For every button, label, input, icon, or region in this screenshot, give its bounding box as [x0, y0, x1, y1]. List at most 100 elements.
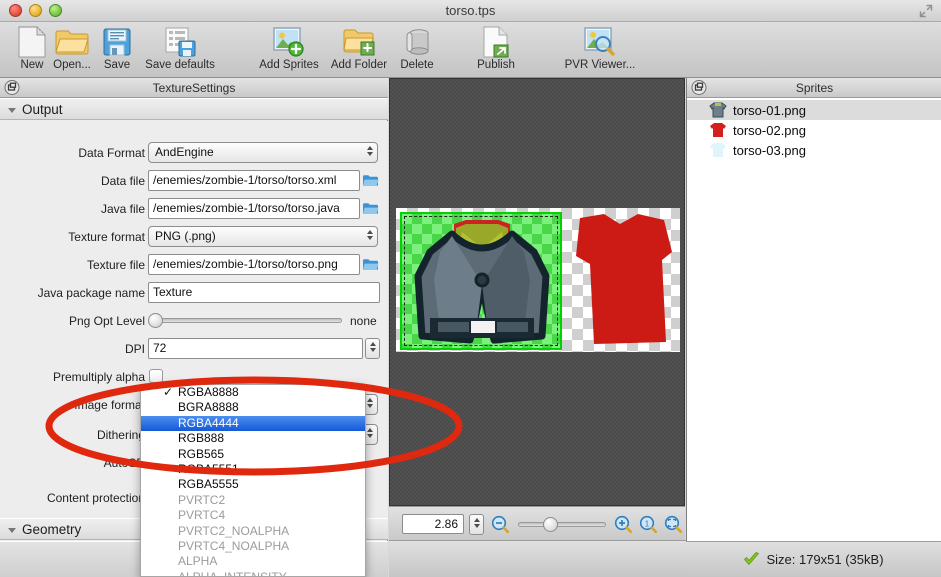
zoom-stepper[interactable]	[469, 514, 484, 535]
menu-item-alpha: ALPHA	[141, 554, 365, 569]
menu-item-label: RGBA8888	[178, 385, 239, 399]
menu-item-label: RGBA4444	[178, 416, 239, 430]
row-data-file: Data file /enemies/zombie-1/torso/torso.…	[0, 170, 388, 192]
texture-file-input[interactable]: /enemies/zombie-1/torso/torso.png	[148, 254, 360, 275]
data-file-input[interactable]: /enemies/zombie-1/torso/torso.xml	[148, 170, 360, 191]
menu-item-label: ALPHA_INTENSITY	[178, 570, 287, 577]
toolbar-label: PVR Viewer...	[565, 59, 636, 71]
browse-data-file-icon[interactable]	[362, 173, 379, 188]
menu-item-pvrtc4: PVRTC4	[141, 508, 365, 523]
texture-file-value: /enemies/zombie-1/torso/torso.png	[153, 257, 338, 271]
panel-detach-icon[interactable]	[691, 80, 707, 95]
sprite-name: torso-02.png	[733, 123, 806, 138]
label-data-file: Data file	[0, 170, 145, 192]
selected-sprite-bounds[interactable]	[400, 212, 562, 350]
trash-icon	[402, 25, 432, 59]
toolbar-button-publish[interactable]: Publish	[464, 25, 528, 77]
menu-item-rgba8888[interactable]: ✓ RGBA8888	[141, 385, 365, 400]
menu-item-rgb888[interactable]: RGB888	[141, 431, 365, 446]
label-png-opt-level: Png Opt Level	[0, 310, 145, 332]
toolbar-button-add-folder[interactable]: Add Folder	[327, 25, 391, 77]
toolbar-button-add-sprites[interactable]: Add Sprites	[257, 25, 321, 77]
sprite-list-item-torso-03[interactable]: torso-03.png	[687, 140, 941, 160]
combo-arrows-icon	[367, 428, 373, 438]
menu-item-rgb565[interactable]: RGB565	[141, 447, 365, 462]
check-mark-icon	[743, 552, 760, 567]
texture-preview-canvas[interactable]	[390, 79, 684, 505]
label-content-protection: Content protection	[0, 487, 145, 509]
zoom-out-icon[interactable]	[491, 515, 510, 534]
disclosure-triangle-icon	[8, 108, 16, 113]
png-opt-level-slider-knob[interactable]	[148, 313, 163, 328]
sprite-sheet[interactable]	[396, 208, 680, 352]
label-texture-format: Texture format	[0, 226, 145, 248]
toolbar-label: Delete	[400, 59, 433, 71]
browse-java-file-icon[interactable]	[362, 201, 379, 216]
zoom-slider[interactable]	[518, 522, 606, 527]
sprite-list-item-torso-01[interactable]: torso-01.png	[687, 100, 941, 120]
disclosure-triangle-icon	[8, 528, 16, 533]
browse-texture-file-icon[interactable]	[362, 257, 379, 272]
data-file-value: /enemies/zombie-1/torso/torso.xml	[153, 173, 336, 187]
label-java-file: Java file	[0, 198, 145, 220]
expand-icon[interactable]	[919, 4, 933, 18]
sprite-thumbnail-icon	[709, 142, 727, 158]
sprite-thumbnail-icon	[709, 102, 727, 118]
menu-item-pvrtc2-noalpha: PVRTC2_NOALPHA	[141, 524, 365, 539]
sprite-name: torso-01.png	[733, 103, 806, 118]
zoom-fit-icon[interactable]	[664, 515, 683, 534]
sprite-torso-01-preview	[410, 218, 554, 346]
combo-arrows-icon	[367, 230, 373, 240]
toolbar-button-save-defaults[interactable]: Save defaults	[130, 25, 230, 77]
label-dpi: DPI	[0, 338, 145, 360]
pvr-viewer-icon	[584, 25, 616, 59]
sprites-pane-header: Sprites	[687, 78, 941, 98]
section-label: Geometry	[22, 522, 81, 537]
menu-item-rgba5551[interactable]: RGBA5551	[141, 462, 365, 477]
label-texture-file: Texture file	[0, 254, 145, 276]
premultiply-alpha-checkbox[interactable]	[149, 369, 163, 383]
dpi-stepper[interactable]	[365, 338, 380, 359]
publish-document-icon	[482, 25, 510, 59]
bottom-filler	[389, 540, 686, 577]
menu-item-label: RGBA5551	[178, 462, 239, 476]
toolbar-label: Save defaults	[145, 59, 215, 71]
stepper-arrows-icon	[370, 342, 376, 352]
data-format-combo[interactable]: AndEngine	[148, 142, 378, 163]
window-title: torso.tps	[0, 3, 941, 18]
status-text: Size: 179x51 (35kB)	[766, 552, 883, 567]
settings-pane-header: TextureSettings	[0, 78, 388, 98]
menu-item-alpha-intensity: ALPHA_INTENSITY	[141, 570, 365, 577]
dpi-input[interactable]: 72	[148, 338, 363, 359]
java-package-name-input[interactable]: Texture	[148, 282, 380, 303]
label-autosd: AutoSD	[0, 452, 145, 474]
zoom-value-input[interactable]: 2.86	[402, 514, 464, 534]
save-defaults-icon	[164, 25, 196, 59]
row-java-package-name: Java package name Texture	[0, 282, 388, 304]
menu-item-rgba4444[interactable]: RGBA4444	[141, 416, 365, 431]
label-java-package-name: Java package name	[0, 282, 145, 304]
panel-detach-icon[interactable]	[4, 80, 20, 95]
menu-item-rgba5555[interactable]: RGBA5555	[141, 477, 365, 492]
java-file-input[interactable]: /enemies/zombie-1/torso/torso.java	[148, 198, 360, 219]
java-file-value: /enemies/zombie-1/torso/torso.java	[153, 201, 340, 215]
zoom-actual-size-icon[interactable]: 1	[639, 515, 658, 534]
menu-item-bgra8888[interactable]: BGRA8888	[141, 400, 365, 415]
toolbar-button-delete[interactable]: Delete	[385, 25, 449, 77]
java-package-name-value: Texture	[153, 285, 192, 299]
texture-format-combo[interactable]: PNG (.png)	[148, 226, 378, 247]
sprite-list-item-torso-02[interactable]: torso-02.png	[687, 120, 941, 140]
sprites-pane-title: Sprites	[796, 81, 833, 95]
png-opt-level-slider[interactable]	[152, 318, 342, 323]
image-format-dropdown-menu[interactable]: ✓ RGBA8888 BGRA8888 RGBA4444 RGB888 RGB5…	[140, 384, 366, 577]
zoom-slider-knob[interactable]	[543, 517, 558, 532]
window-titlebar: torso.tps	[0, 0, 941, 22]
zoom-in-icon[interactable]	[614, 515, 633, 534]
menu-item-pvrtc4-noalpha: PVRTC4_NOALPHA	[141, 539, 365, 554]
data-format-value: AndEngine	[155, 145, 214, 159]
open-folder-icon	[55, 25, 89, 59]
toolbar-button-pvr-viewer[interactable]: PVR Viewer...	[560, 25, 640, 77]
preview-canvas-container	[389, 78, 685, 506]
section-header-output[interactable]: Output	[0, 98, 388, 120]
row-dpi: DPI 72	[0, 338, 388, 360]
